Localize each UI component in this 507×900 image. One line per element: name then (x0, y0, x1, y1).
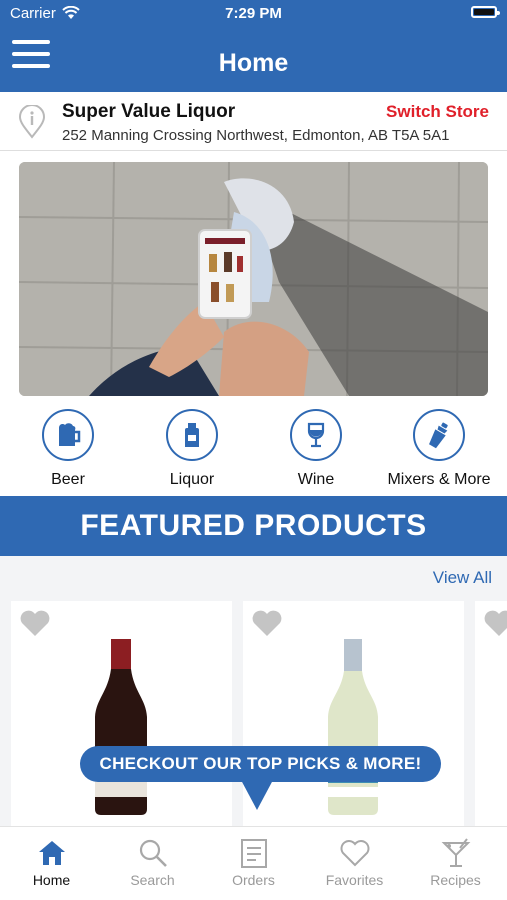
shaker-icon (429, 422, 448, 449)
tab-favorites[interactable]: Favorites (304, 827, 405, 900)
tab-label: Orders (232, 872, 275, 888)
tooltip-pointer (241, 780, 273, 810)
tab-home[interactable]: Home (1, 827, 102, 900)
tab-search[interactable]: Search (102, 827, 203, 900)
hero-banner-image[interactable] (19, 162, 488, 396)
wine-glass-icon (307, 422, 325, 448)
tab-label: Favorites (325, 872, 384, 888)
store-address: 252 Manning Crossing Northwest, Edmonton… (62, 127, 450, 144)
heart-icon (340, 840, 369, 867)
top-bar: Carrier 7:29 PM Home (0, 0, 507, 92)
category-label: Mixers & More (387, 471, 491, 488)
status-time: 7:29 PM (225, 5, 282, 22)
home-icon (38, 841, 65, 865)
featured-products-heading: FEATURED PRODUCTS (0, 496, 507, 556)
switch-store-button[interactable]: Switch Store (386, 102, 489, 122)
page-title: Home (218, 49, 289, 77)
tab-recipes[interactable]: Recipes (405, 827, 506, 900)
tab-bar: Home Search Orders Favorites Recipes (0, 826, 507, 900)
red-wine-bottle-image (95, 639, 147, 815)
favorite-heart-icon[interactable] (483, 609, 507, 637)
hero-illustration (19, 162, 488, 396)
product-card[interactable] (243, 601, 464, 826)
white-wine-bottle-image (328, 639, 378, 815)
status-bar: Carrier 7:29 PM (0, 0, 507, 28)
store-bar: Super Value Liquor 252 Manning Crossing … (0, 92, 507, 151)
store-name: Super Value Liquor (62, 101, 236, 122)
favorite-heart-icon[interactable] (19, 609, 51, 637)
category-wine[interactable]: Wine (256, 404, 376, 489)
search-icon (139, 839, 167, 867)
category-beer[interactable]: Beer (8, 404, 128, 489)
beer-mug-icon (59, 423, 81, 446)
tab-label: Home (32, 872, 71, 888)
liquor-bottle-icon (185, 423, 199, 447)
top-picks-tooltip[interactable]: CHECKOUT OUR TOP PICKS & MORE! (80, 746, 441, 782)
store-info-pin-icon[interactable] (18, 105, 46, 139)
category-mixers[interactable]: Mixers & More (379, 404, 499, 489)
tab-label: Search (130, 872, 175, 888)
category-liquor[interactable]: Liquor (132, 404, 252, 489)
cocktail-icon (441, 838, 470, 867)
tab-label: Recipes (430, 872, 481, 888)
category-label: Wine (297, 471, 335, 488)
favorite-heart-icon[interactable] (251, 609, 283, 637)
product-card[interactable] (475, 601, 507, 826)
tab-orders[interactable]: Orders (203, 827, 304, 900)
orders-icon (240, 839, 267, 868)
category-beer-circle (42, 409, 94, 461)
category-wine-circle (290, 409, 342, 461)
product-card[interactable] (11, 601, 232, 826)
category-liquor-circle (166, 409, 218, 461)
category-label: Beer (51, 471, 85, 488)
battery-icon (471, 6, 500, 18)
category-mixers-circle (413, 409, 465, 461)
category-row: Beer Liquor Wine Mixers & More (0, 404, 507, 494)
view-all-link[interactable]: View All (433, 568, 492, 588)
category-label: Liquor (169, 471, 215, 488)
